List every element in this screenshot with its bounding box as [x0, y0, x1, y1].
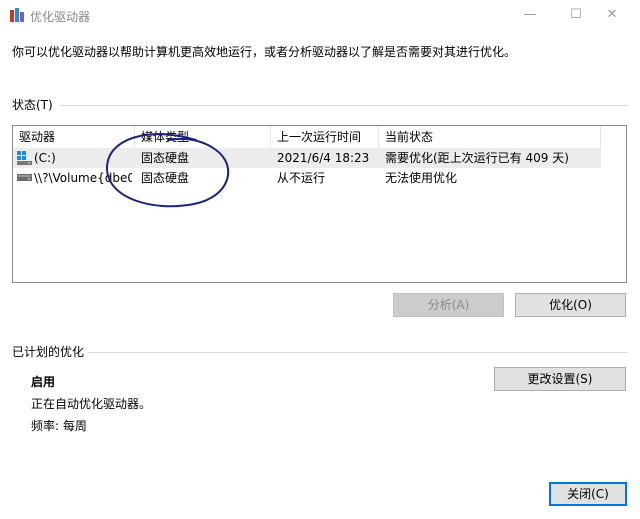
status-section-label: 状态(T): [12, 98, 53, 112]
column-header-media[interactable]: 媒体类型: [135, 126, 271, 148]
description-text: 你可以优化驱动器以帮助计算机更高效地运行，或者分析驱动器以了解是否需要对其进行优…: [12, 45, 517, 59]
media-type: 固态硬盘: [141, 151, 190, 165]
status-divider: [60, 105, 628, 106]
last-run: 从不运行: [277, 171, 326, 185]
schedule-detail: 正在自动优化驱动器。: [31, 397, 152, 411]
close-button[interactable]: 关闭(C): [549, 482, 627, 506]
drive-icon: [17, 174, 32, 181]
defrag-app-icon: [10, 8, 24, 22]
column-header-last-run[interactable]: 上一次运行时间: [271, 126, 379, 148]
close-window-button[interactable]: ✕: [598, 6, 626, 24]
windows-drive-icon: [17, 151, 32, 165]
column-header-drive[interactable]: 驱动器: [13, 126, 135, 148]
schedule-section-label: 已计划的优化: [12, 345, 85, 359]
optimize-button[interactable]: 优化(O): [515, 293, 626, 317]
schedule-state: 启用: [31, 375, 56, 389]
column-header-status[interactable]: 当前状态: [379, 126, 601, 148]
maximize-button[interactable]: ☐: [562, 6, 590, 24]
current-status: 需要优化(距上次运行已有 409 天): [385, 151, 569, 165]
window-title: 优化驱动器: [30, 10, 91, 24]
last-run: 2021/6/4 18:23: [277, 151, 370, 165]
list-header: 驱动器 媒体类型 上一次运行时间 当前状态: [13, 126, 601, 148]
minimize-button[interactable]: —: [516, 6, 544, 24]
current-status: 无法使用优化: [385, 171, 458, 185]
drive-name: \\?\Volume{dbe0...: [34, 171, 132, 185]
list-item[interactable]: \\?\Volume{dbe0... 固态硬盘 从不运行 无法使用优化: [13, 168, 601, 188]
schedule-frequency: 频率: 每周: [31, 419, 87, 433]
change-settings-button[interactable]: 更改设置(S): [494, 367, 626, 391]
drive-name: (C:): [34, 151, 56, 165]
title-bar: 优化驱动器 — ☐ ✕: [0, 0, 640, 30]
list-item[interactable]: (C:) 固态硬盘 2021/6/4 18:23 需要优化(距上次运行已有 40…: [13, 148, 601, 168]
drives-list[interactable]: 驱动器 媒体类型 上一次运行时间 当前状态 (C:) 固态硬盘 2021/6/4…: [12, 125, 627, 283]
analyze-button[interactable]: 分析(A): [393, 293, 504, 317]
media-type: 固态硬盘: [141, 171, 190, 185]
schedule-divider: [88, 352, 628, 353]
